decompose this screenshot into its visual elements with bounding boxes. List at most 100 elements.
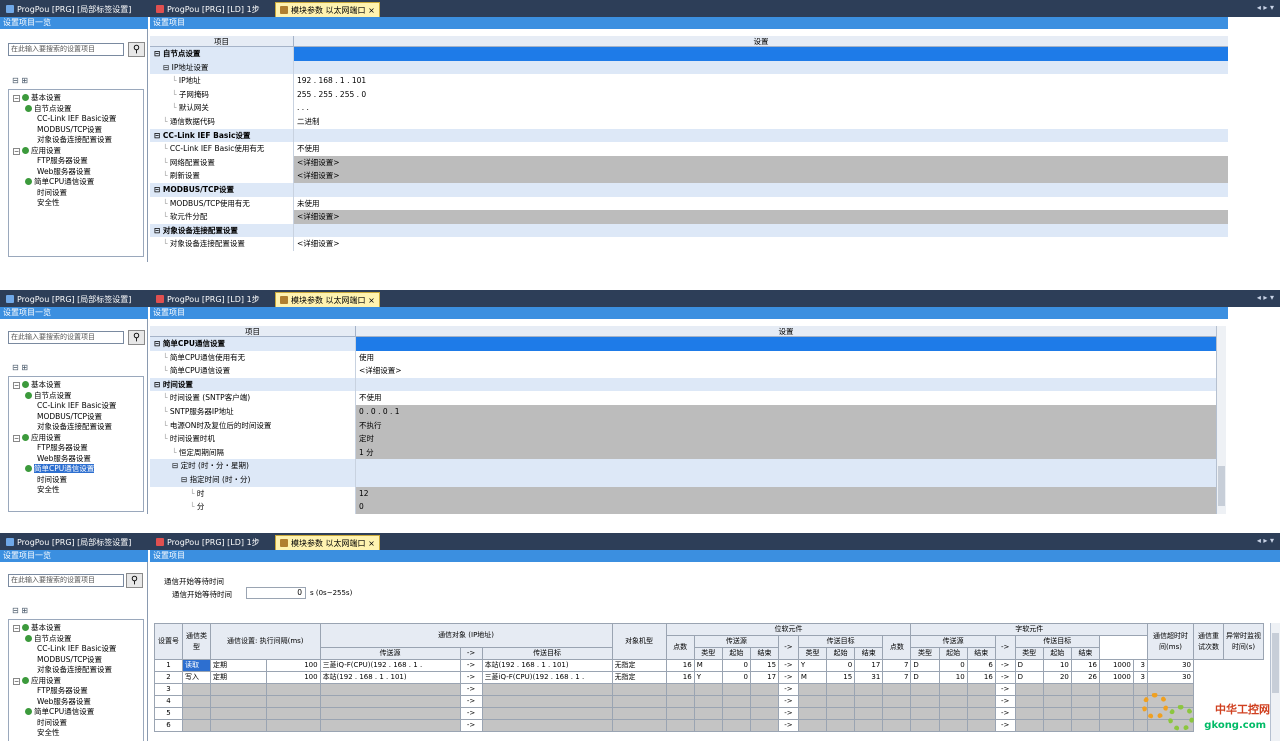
setting-row[interactable]: ⊟ MODBUS/TCP设置 — [150, 183, 1228, 197]
comm-cell-wpts[interactable]: 7 — [882, 671, 912, 684]
comm-cell-wss[interactable] — [938, 695, 968, 708]
collapse-icon[interactable]: ⊟ — [181, 475, 190, 484]
comm-cell-bdk[interactable]: M — [797, 671, 828, 684]
comm-cell-to[interactable] — [1099, 683, 1134, 696]
comm-cell-model[interactable] — [611, 707, 667, 720]
comm-cell-to[interactable] — [1099, 695, 1134, 708]
comm-cell-type[interactable]: 写入 — [182, 671, 211, 684]
comm-cell-bse[interactable] — [749, 719, 780, 732]
setting-value[interactable]: <详细设置> — [293, 210, 1228, 224]
setting-row[interactable]: ⊟ IP地址设置 — [150, 60, 1228, 75]
setting-value[interactable]: 未使用 — [293, 196, 1228, 211]
wait-time-input[interactable]: 0 — [246, 587, 306, 599]
comm-cell-wpts[interactable]: 7 — [882, 659, 912, 672]
tab-module-params[interactable]: 模块参数 以太网端口 × — [275, 535, 380, 550]
comm-cell-dst[interactable] — [481, 683, 613, 696]
comm-cell-src[interactable] — [319, 683, 461, 696]
comm-cell-arrow[interactable]: -> — [459, 707, 483, 720]
tab-scroll-controls[interactable]: ◂ ▸ ▾ — [1257, 536, 1274, 545]
tree-item[interactable]: FTP服务器设置 — [37, 156, 88, 166]
setting-row[interactable]: └ 默认网关 . . . — [150, 101, 1228, 115]
comm-cell-bdk[interactable] — [797, 707, 828, 720]
close-icon[interactable]: × — [368, 539, 375, 548]
setting-row[interactable]: └ 简单CPU通信使用有无 使用 — [150, 350, 1216, 365]
comm-cell-bss[interactable] — [721, 707, 751, 720]
comm-cell-dst[interactable]: 本站(192 . 168 . 1 . 101) — [481, 659, 613, 672]
tree-item[interactable]: − 基本设置 — [13, 93, 61, 103]
comm-cell-wpts[interactable] — [882, 683, 912, 696]
comm-cell-bsk[interactable] — [693, 683, 723, 696]
setting-value[interactable]: 使用 — [355, 350, 1216, 365]
tree-item[interactable]: CC-Link IEF Basic设置 — [37, 644, 116, 654]
comm-cell-model[interactable] — [611, 683, 667, 696]
collapse-icon[interactable]: − — [13, 147, 20, 155]
comm-cell-bde[interactable]: 17 — [854, 659, 884, 672]
tab-ladder[interactable]: ProgPou [PRG] [LD] 1步 — [152, 535, 264, 550]
comm-cell-wde[interactable]: 16 — [1070, 659, 1101, 672]
comm-cell-to[interactable] — [1099, 707, 1134, 720]
setting-row[interactable]: └ 电源ON时及复位后的时间设置 不执行 — [150, 418, 1216, 433]
comm-cell-bdk[interactable] — [797, 719, 828, 732]
comm-cell-wse[interactable] — [966, 695, 996, 708]
tree-item[interactable]: 对象设备连接配置设置 — [37, 422, 112, 432]
comm-cell-bsk[interactable] — [693, 719, 723, 732]
close-icon[interactable]: × — [368, 6, 375, 15]
setting-value[interactable]: 定时 — [355, 432, 1216, 446]
comm-cell-bpts[interactable]: 16 — [665, 671, 695, 684]
setting-value[interactable]: 255 . 255 . 255 . 0 — [293, 87, 1228, 102]
comm-cell-wds[interactable]: 20 — [1042, 671, 1072, 684]
comm-cell-dst[interactable]: 三菱iQ-F(CPU)(192 . 168 . 1 . — [481, 671, 613, 684]
comm-cell-arrow[interactable]: -> — [459, 671, 483, 684]
tree-item[interactable]: 自节点设置 — [25, 634, 72, 644]
collapse-icon[interactable]: − — [13, 95, 20, 102]
tree-item[interactable]: CC-Link IEF Basic设置 — [37, 114, 116, 124]
comm-cell-wss[interactable]: 10 — [938, 671, 968, 684]
comm-cell-mode[interactable] — [210, 683, 267, 696]
comm-cell-barrow[interactable]: -> — [778, 695, 799, 708]
vertical-scrollbar[interactable] — [1216, 326, 1226, 514]
comm-cell-bds[interactable] — [826, 719, 856, 732]
comm-cell-bss[interactable] — [721, 695, 751, 708]
comm-cell-barrow[interactable]: -> — [778, 659, 799, 672]
collapse-icon[interactable]: − — [13, 677, 20, 685]
comm-cell-to[interactable]: 1000 — [1099, 671, 1134, 684]
comm-cell-src[interactable] — [319, 719, 461, 732]
setting-value[interactable]: 二进制 — [293, 115, 1228, 129]
setting-row[interactable]: └ 软元件分配 <详细设置> — [150, 210, 1228, 224]
comm-cell-src[interactable]: 三菱iQ-F(CPU)(192 . 168 . 1 . — [319, 659, 461, 672]
tab-module-params[interactable]: 模块参数 以太网端口 × — [275, 2, 380, 17]
comm-cell-no[interactable]: 3 — [154, 683, 183, 696]
comm-cell-mode[interactable] — [210, 707, 267, 720]
comm-cell-bss[interactable] — [721, 719, 751, 732]
comm-cell-type[interactable]: 读取 — [182, 659, 211, 672]
comm-cell-no[interactable]: 1 — [154, 659, 183, 672]
vertical-scrollbar[interactable] — [1270, 623, 1280, 741]
comm-row[interactable]: 6 -> -> -> — [154, 719, 1264, 732]
comm-cell-wdk[interactable] — [1014, 707, 1044, 720]
setting-value[interactable]: 不使用 — [355, 391, 1216, 405]
collapse-icon[interactable]: ⊟ — [154, 131, 163, 140]
comm-cell-wds[interactable] — [1042, 719, 1072, 732]
comm-cell-wde[interactable] — [1070, 683, 1101, 696]
comm-cell-bss[interactable]: 0 — [721, 671, 751, 684]
comm-cell-rt[interactable] — [1132, 719, 1149, 732]
comm-cell-wse[interactable] — [966, 683, 996, 696]
comm-cell-bde[interactable] — [854, 707, 884, 720]
comm-cell-interval[interactable] — [265, 719, 321, 732]
tree-item[interactable]: 对象设备连接配置设置 — [37, 665, 112, 675]
scroll-thumb[interactable] — [1272, 633, 1279, 693]
setting-row[interactable]: ⊟ 时间设置 — [150, 377, 1216, 392]
comm-cell-wde[interactable] — [1070, 707, 1101, 720]
setting-row[interactable]: ⊟ 自节点设置 — [150, 47, 1228, 61]
comm-cell-no[interactable]: 5 — [154, 707, 183, 720]
comm-cell-barrow[interactable]: -> — [778, 683, 799, 696]
close-icon[interactable]: × — [368, 296, 375, 305]
comm-cell-bse[interactable]: 15 — [749, 659, 780, 672]
tree-item[interactable]: − 基本设置 — [13, 380, 61, 390]
tree-item[interactable]: 时间设置 — [37, 188, 67, 198]
setting-row[interactable]: ⊟ 对象设备连接配置设置 — [150, 223, 1228, 238]
comm-cell-bds[interactable]: 0 — [826, 659, 856, 672]
comm-cell-wds[interactable]: 10 — [1042, 659, 1072, 672]
comm-cell-rt[interactable]: 3 — [1132, 671, 1149, 684]
comm-cell-wdk[interactable]: D — [1014, 671, 1044, 684]
